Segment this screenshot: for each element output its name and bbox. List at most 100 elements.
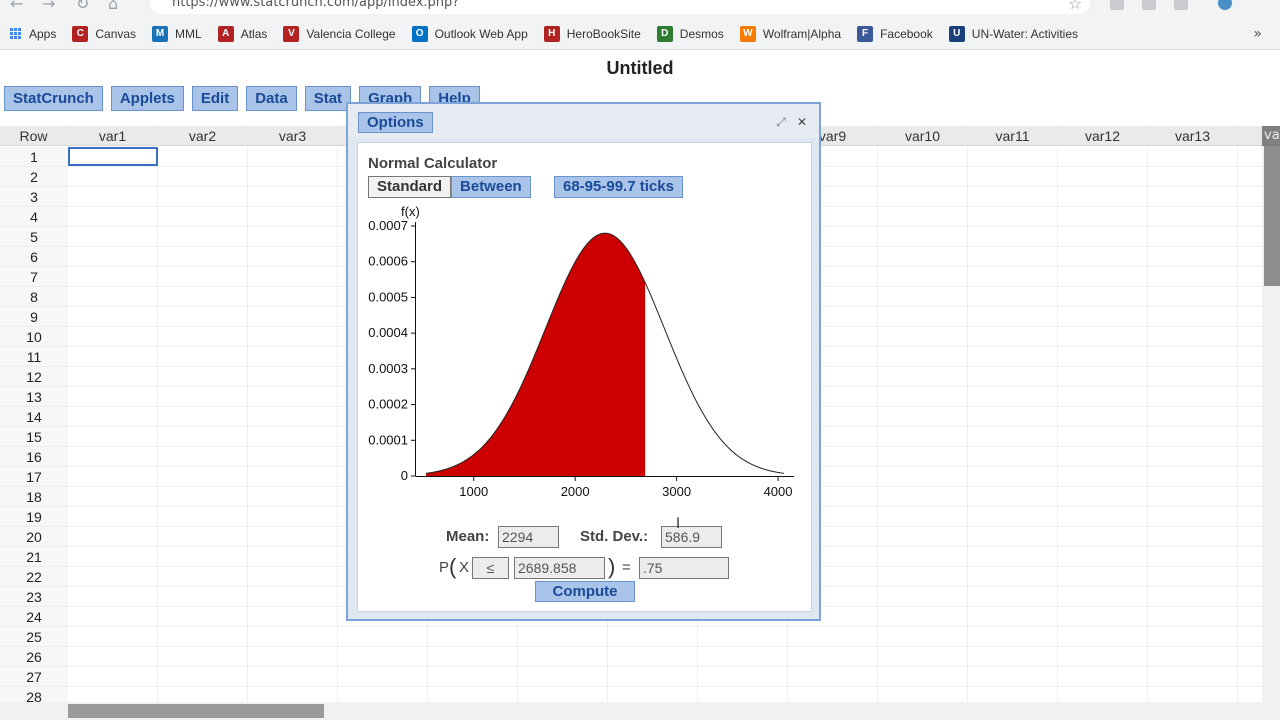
grid-cell[interactable] — [1148, 187, 1238, 206]
grid-cell[interactable] — [1058, 247, 1148, 266]
grid-cell[interactable] — [1148, 467, 1238, 486]
grid-cell[interactable] — [1148, 207, 1238, 226]
grid-cell[interactable] — [1058, 147, 1148, 166]
grid-cell[interactable] — [158, 647, 248, 666]
profile-icon[interactable] — [1218, 0, 1232, 10]
grid-cell[interactable] — [968, 287, 1058, 306]
grid-cell[interactable] — [1058, 427, 1148, 446]
forward-icon[interactable]: → — [42, 0, 55, 13]
grid-cell[interactable] — [1058, 667, 1148, 686]
grid-cell[interactable] — [1058, 647, 1148, 666]
grid-cell[interactable] — [248, 387, 338, 406]
probability-result[interactable]: .75 — [639, 557, 729, 579]
grid-cell[interactable] — [248, 267, 338, 286]
grid-cell[interactable] — [878, 607, 968, 626]
grid-cell[interactable] — [248, 607, 338, 626]
grid-cell[interactable] — [158, 467, 248, 486]
grid-cell[interactable] — [1148, 407, 1238, 426]
grid-cell[interactable] — [68, 527, 158, 546]
grid-cell[interactable] — [248, 307, 338, 326]
grid-cell[interactable] — [968, 567, 1058, 586]
grid-cell[interactable] — [1058, 387, 1148, 406]
grid-cell[interactable] — [968, 267, 1058, 286]
address-bar[interactable]: https://www.statcrunch.com/app/index.php… — [150, 0, 1090, 14]
grid-cell[interactable] — [968, 487, 1058, 506]
grid-cell[interactable] — [1058, 407, 1148, 426]
grid-cell[interactable] — [68, 147, 158, 166]
grid-cell[interactable] — [68, 627, 158, 646]
grid-cell[interactable] — [1148, 447, 1238, 466]
grid-cell[interactable] — [248, 427, 338, 446]
grid-cell[interactable] — [158, 667, 248, 686]
grid-cell[interactable] — [158, 227, 248, 246]
grid-cell[interactable] — [968, 627, 1058, 646]
grid-cell[interactable] — [248, 167, 338, 186]
grid-cell[interactable] — [248, 527, 338, 546]
grid-cell[interactable] — [248, 247, 338, 266]
grid-cell[interactable] — [158, 427, 248, 446]
grid-cell[interactable] — [248, 627, 338, 646]
grid-cell[interactable] — [1148, 307, 1238, 326]
grid-cell[interactable] — [1058, 607, 1148, 626]
grid-cell[interactable] — [248, 207, 338, 226]
grid-cell[interactable] — [248, 487, 338, 506]
grid-cell[interactable] — [158, 587, 248, 606]
grid-cell[interactable] — [878, 527, 968, 546]
grid-cell[interactable] — [158, 287, 248, 306]
grid-cell[interactable] — [158, 367, 248, 386]
grid-cell[interactable] — [968, 607, 1058, 626]
grid-cell[interactable] — [1058, 547, 1148, 566]
grid-cell[interactable] — [158, 307, 248, 326]
grid-cell[interactable] — [158, 447, 248, 466]
grid-cell[interactable] — [1148, 567, 1238, 586]
grid-cell[interactable] — [68, 207, 158, 226]
operator-select[interactable]: ≤ — [472, 557, 509, 579]
grid-cell[interactable] — [248, 587, 338, 606]
grid-cell[interactable] — [968, 647, 1058, 666]
grid-cell[interactable] — [878, 187, 968, 206]
grid-cell[interactable] — [158, 387, 248, 406]
grid-cell[interactable] — [158, 547, 248, 566]
grid-cell[interactable] — [248, 447, 338, 466]
grid-cell[interactable] — [878, 287, 968, 306]
bookmark-outlook-web-app[interactable]: O Outlook Web App — [411, 25, 528, 42]
grid-cell[interactable] — [1058, 467, 1148, 486]
menu-stat[interactable]: Stat — [304, 86, 352, 111]
grid-cell[interactable] — [68, 247, 158, 266]
grid-cell[interactable] — [68, 507, 158, 526]
grid-cell[interactable] — [248, 467, 338, 486]
grid-cell[interactable] — [428, 667, 518, 686]
grid-cell[interactable] — [248, 327, 338, 346]
grid-cell[interactable] — [68, 407, 158, 426]
grid-cell[interactable] — [1148, 507, 1238, 526]
bookmark-un-water-activities[interactable]: U UN-Water: Activities — [948, 25, 1078, 42]
grid-cell[interactable] — [158, 567, 248, 586]
grid-cell[interactable] — [158, 507, 248, 526]
grid-cell[interactable] — [878, 427, 968, 446]
grid-cell[interactable] — [878, 207, 968, 226]
grid-cell[interactable] — [248, 287, 338, 306]
grid-cell[interactable] — [878, 487, 968, 506]
sd-input[interactable]: 586.9 — [661, 526, 722, 548]
grid-cell[interactable] — [1058, 527, 1148, 546]
grid-cell[interactable] — [1148, 367, 1238, 386]
column-header[interactable]: var2 — [158, 126, 248, 145]
grid-cell[interactable] — [968, 447, 1058, 466]
grid-cell[interactable] — [248, 367, 338, 386]
more-bookmarks-icon[interactable]: » — [1253, 26, 1262, 42]
grid-cell[interactable] — [68, 467, 158, 486]
menu-edit[interactable]: Edit — [191, 86, 239, 111]
grid-cell[interactable] — [788, 627, 878, 646]
grid-cell[interactable] — [1058, 167, 1148, 186]
grid-cell[interactable] — [68, 647, 158, 666]
grid-cell[interactable] — [1148, 227, 1238, 246]
grid-cell[interactable] — [158, 247, 248, 266]
grid-cell[interactable] — [608, 627, 698, 646]
bookmark-canvas[interactable]: C Canvas — [72, 25, 136, 42]
menu-applets[interactable]: Applets — [110, 86, 184, 111]
mean-input[interactable]: 2294 — [498, 526, 559, 548]
grid-cell[interactable] — [968, 367, 1058, 386]
column-header[interactable]: var11 — [968, 126, 1058, 145]
column-header[interactable]: var10 — [878, 126, 968, 145]
grid-cell[interactable] — [968, 187, 1058, 206]
